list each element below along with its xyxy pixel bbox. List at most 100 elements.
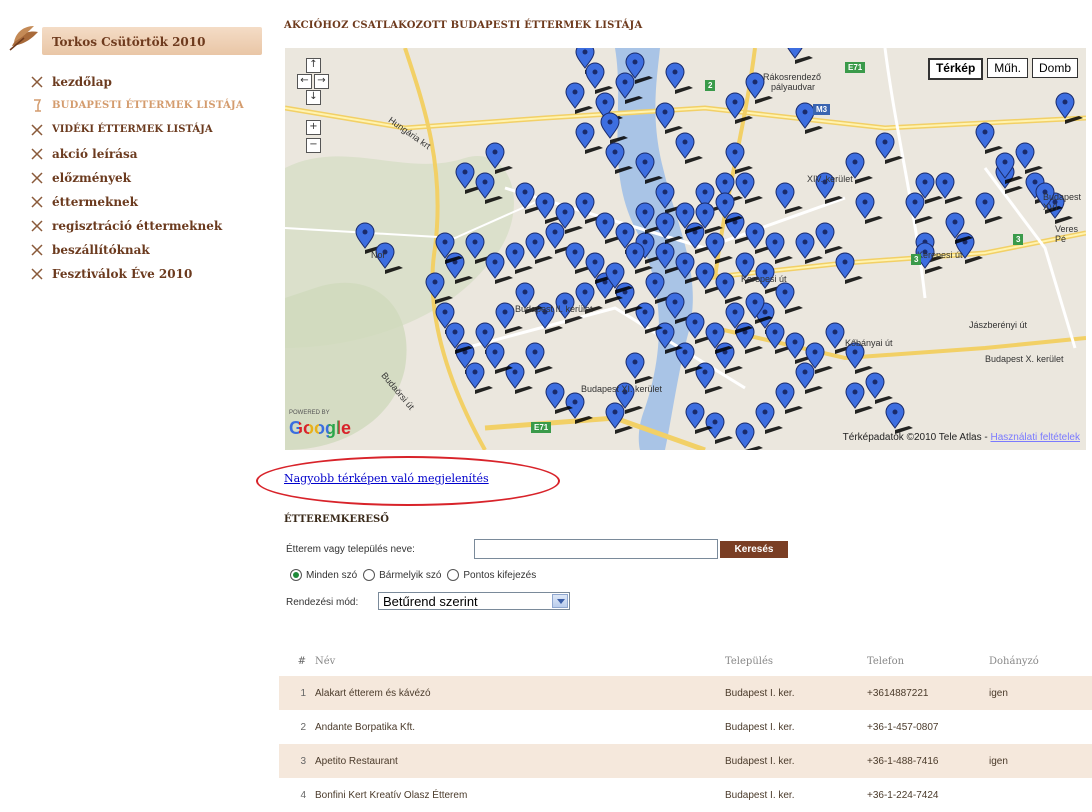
radio-any-word[interactable]: Bármelyik szó <box>363 569 441 581</box>
nav-item-ettermeknek[interactable]: éttermeknek <box>30 190 244 214</box>
map-marker-icon[interactable] <box>465 362 493 394</box>
map-marker-icon[interactable] <box>605 402 633 434</box>
col-header-city[interactable]: Település <box>724 646 866 676</box>
map-marker-icon[interactable] <box>565 82 593 114</box>
map-marker-icon[interactable] <box>605 142 633 174</box>
cell-city: Budapest I. ker. <box>724 676 866 710</box>
larger-map-link[interactable]: Nagyobb térképen való megjelenítés <box>284 472 489 485</box>
map-marker-icon[interactable] <box>585 62 613 94</box>
pan-down-button[interactable]: ↓ <box>306 90 321 105</box>
cell-smoking <box>988 710 1092 744</box>
zoom-out-button[interactable]: − <box>306 138 321 153</box>
col-header-name[interactable]: Név <box>314 646 724 676</box>
map-type-map-button[interactable]: Térkép <box>927 58 984 80</box>
nav-item-regisztracio[interactable]: regisztráció éttermeknek <box>30 214 244 238</box>
map-marker-icon[interactable] <box>1055 92 1083 124</box>
map-marker-icon[interactable] <box>665 62 693 94</box>
road-shield: E71 <box>845 62 866 73</box>
map-marker-icon[interactable] <box>765 232 793 264</box>
map-marker-icon[interactable] <box>775 182 803 214</box>
map-marker-icon[interactable] <box>875 132 903 164</box>
map-marker-icon[interactable] <box>735 172 763 204</box>
map-marker-icon[interactable] <box>675 132 703 164</box>
map-marker-icon[interactable] <box>905 192 933 224</box>
radio-exact-phrase[interactable]: Pontos kifejezés <box>447 569 536 581</box>
map-marker-icon[interactable] <box>1015 142 1043 174</box>
cell-name[interactable]: Bonfini Kert Kreatív Olasz Étterem <box>314 778 724 812</box>
table-row[interactable]: 3 Apetito Restaurant Budapest I. ker. +3… <box>279 744 1092 778</box>
nav-item-fesztivalok[interactable]: Fesztiválok Éve 2010 <box>30 262 244 286</box>
pan-up-button[interactable]: ↑ <box>306 58 321 73</box>
cell-smoking <box>988 778 1092 812</box>
col-header-phone[interactable]: Telefon <box>866 646 988 676</box>
map-marker-icon[interactable] <box>655 102 683 134</box>
map-marker-icon[interactable] <box>705 232 733 264</box>
map-marker-icon[interactable] <box>755 402 783 434</box>
nav-item-videki[interactable]: VIDÉKI ÉTTERMEK LISTÁJA <box>30 118 244 142</box>
map-marker-icon[interactable] <box>600 112 628 144</box>
map-type-satellite-button[interactable]: Műh. <box>987 58 1028 78</box>
map-type-control: Térkép Műh. Domb <box>924 58 1078 80</box>
map-marker-icon[interactable] <box>975 192 1003 224</box>
map-marker-icon[interactable] <box>775 382 803 414</box>
cell-city: Budapest I. ker. <box>724 744 866 778</box>
map-marker-icon[interactable] <box>815 222 843 254</box>
chevron-down-icon[interactable] <box>552 594 568 608</box>
search-section-title: ÉTTEREMKERESŐ <box>284 514 389 525</box>
map-marker-icon[interactable] <box>935 172 963 204</box>
map-marker-icon[interactable] <box>715 272 743 304</box>
map-type-terrain-button[interactable]: Domb <box>1031 58 1078 78</box>
col-header-smoking[interactable]: Dohányzó <box>988 646 1092 676</box>
table-row[interactable]: 4 Bonfini Kert Kreatív Olasz Étterem Bud… <box>279 778 1092 812</box>
nav-item-elozmenyek[interactable]: előzmények <box>30 166 244 190</box>
table-row[interactable]: 1 Alakart étterem és kávézó Budapest I. … <box>279 676 1092 710</box>
map-marker-icon[interactable] <box>975 122 1003 154</box>
map-marker-icon[interactable] <box>475 172 503 204</box>
nav-item-budapesti[interactable]: BUDAPESTI ÉTTERMEK LISTÁJA <box>30 94 244 118</box>
map-marker-icon[interactable] <box>725 142 753 174</box>
table-row[interactable]: 2 Andante Borpatika Kft. Budapest I. ker… <box>279 710 1092 744</box>
search-button[interactable]: Keresés <box>720 541 788 558</box>
cell-name[interactable]: Apetito Restaurant <box>314 744 724 778</box>
map-marker-icon[interactable] <box>786 48 813 64</box>
search-input[interactable] <box>474 539 718 559</box>
restaurant-map[interactable]: Rákosrendező pályaudvar XIV. kerület Bud… <box>285 48 1086 450</box>
google-logo-text: Google <box>289 418 351 438</box>
cell-phone: +36-1-457-0807 <box>867 721 939 733</box>
zoom-in-button[interactable]: + <box>306 120 321 135</box>
map-marker-icon[interactable] <box>625 352 653 384</box>
cell-name[interactable]: Andante Borpatika Kft. <box>314 710 724 744</box>
map-marker-icon[interactable] <box>885 402 913 434</box>
powered-by-label: POWERED BY <box>289 410 330 416</box>
map-marker-icon[interactable] <box>485 142 513 174</box>
map-marker-icon[interactable] <box>635 152 663 184</box>
cell-num: 3 <box>279 744 314 778</box>
map-marker-icon[interactable] <box>865 372 893 404</box>
map-marker-icon[interactable] <box>795 362 823 394</box>
map-marker-icon[interactable] <box>425 272 453 304</box>
pan-left-button[interactable]: ← <box>297 74 312 89</box>
sort-select[interactable]: Betűrend szerint <box>378 592 570 610</box>
radio-all-words[interactable]: Minden szó <box>290 569 357 581</box>
radio-dot <box>290 569 302 581</box>
nav-item-akcio[interactable]: akció leírása <box>30 142 244 166</box>
cell-name[interactable]: Alakart étterem és kávézó <box>314 676 724 710</box>
map-marker-icon[interactable] <box>835 252 863 284</box>
google-logo[interactable]: Google <box>289 418 351 439</box>
restaurant-table: # Név Település Telefon Dohányzó 1 Alaka… <box>279 646 1092 812</box>
cutlery-icon <box>30 147 44 161</box>
nav-item-beszallitoknak[interactable]: beszállítóknak <box>30 238 244 262</box>
nav-item-kezdolap[interactable]: kezdőlap <box>30 70 244 94</box>
map-marker-icon[interactable] <box>615 72 643 104</box>
terms-of-use-link[interactable]: Használati feltételek <box>991 432 1081 443</box>
map-marker-icon[interactable] <box>775 282 803 314</box>
cutlery-icon <box>30 195 44 209</box>
map-marker-icon[interactable] <box>575 122 603 154</box>
map-marker-icon[interactable] <box>855 192 883 224</box>
map-marker-icon[interactable] <box>525 342 553 374</box>
map-label: Kerepesi út <box>741 274 787 284</box>
pan-right-button[interactable]: → <box>314 74 329 89</box>
map-marker-icon[interactable] <box>735 422 763 450</box>
map-marker-icon[interactable] <box>725 92 753 124</box>
map-label: Kerepesi út <box>917 250 963 260</box>
